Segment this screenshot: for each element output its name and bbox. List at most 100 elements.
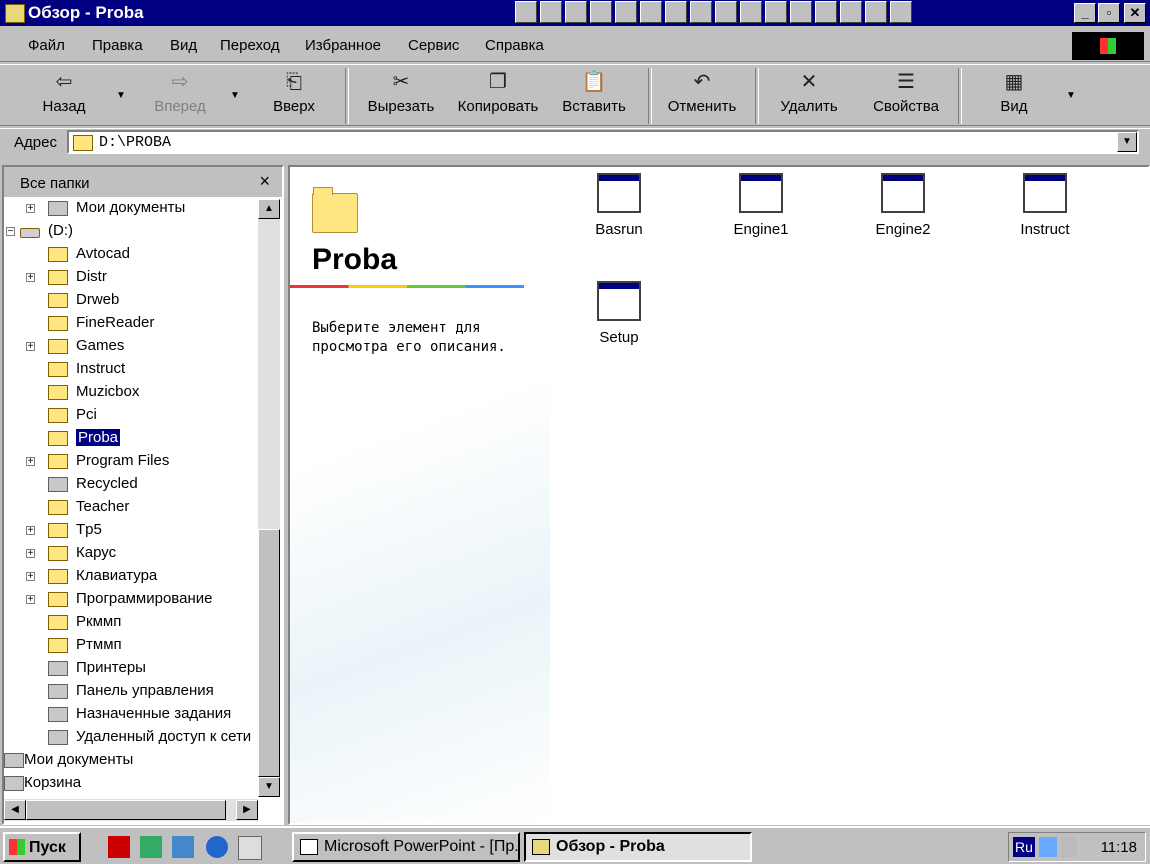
properties-button[interactable]: ☰ Свойства bbox=[868, 68, 944, 115]
tree-expander[interactable]: + bbox=[26, 457, 35, 467]
view-button[interactable]: ▦ Вид bbox=[994, 68, 1034, 115]
folder-icon bbox=[48, 247, 68, 262]
maximize-button[interactable]: ▫ bbox=[1098, 3, 1120, 23]
find-icon[interactable] bbox=[765, 1, 787, 23]
tree-item-label: Program Files bbox=[76, 452, 170, 469]
folder-icon bbox=[48, 454, 68, 469]
menu-help[interactable]: Справка bbox=[485, 37, 544, 54]
folders-pane-close-button[interactable]: × bbox=[259, 171, 270, 192]
key-icon[interactable] bbox=[740, 1, 762, 23]
internet-explorer-icon[interactable] bbox=[790, 1, 812, 23]
back-button[interactable]: ⇦ Назад bbox=[38, 68, 90, 115]
tree-expander[interactable]: + bbox=[26, 204, 35, 214]
close-button[interactable]: ✕ bbox=[1124, 3, 1146, 23]
forward-dropdown[interactable]: ▼ bbox=[230, 90, 240, 101]
shortcut-icon[interactable] bbox=[590, 1, 612, 23]
start-button[interactable]: Пуск bbox=[3, 832, 81, 862]
minimize-button[interactable]: _ bbox=[1074, 3, 1096, 23]
menu-go[interactable]: Переход bbox=[220, 37, 280, 54]
menu-view[interactable]: Вид bbox=[170, 37, 197, 54]
view-grid-icon: ▦ bbox=[1004, 71, 1024, 93]
office-icon[interactable] bbox=[515, 1, 537, 23]
folder-icon bbox=[48, 546, 68, 561]
address-input[interactable]: D:\PROBA ▼ bbox=[67, 130, 1139, 154]
file-item[interactable]: Engine2 bbox=[858, 173, 948, 238]
file-item[interactable]: Instruct bbox=[1000, 173, 1090, 238]
title-bar[interactable]: Обзор - Proba _ ▫ ✕ bbox=[0, 0, 1150, 26]
scroll-thumb[interactable] bbox=[258, 529, 280, 777]
media-icon[interactable] bbox=[840, 1, 862, 23]
tree-horizontal-scrollbar[interactable]: ◀ ▶ bbox=[4, 799, 258, 821]
menu-tools[interactable]: Сервис bbox=[408, 37, 459, 54]
outlook-express-icon[interactable] bbox=[238, 836, 262, 860]
tools-icon[interactable] bbox=[690, 1, 712, 23]
taskbar-powerpoint-button[interactable]: Microsoft PowerPoint - [Пр... bbox=[292, 832, 520, 862]
scroll-up-button[interactable]: ▲ bbox=[258, 199, 280, 219]
drive-icon bbox=[20, 228, 40, 238]
tree-expander[interactable]: + bbox=[26, 595, 35, 605]
forward-button[interactable]: ⇨ Вперед bbox=[150, 68, 210, 115]
menu-edit[interactable]: Правка bbox=[92, 37, 143, 54]
folder-tree: + Мои документы − (D:) Avtocad + Distr Drweb Fin… bbox=[4, 199, 258, 799]
tree-item-label: Tp5 bbox=[76, 521, 102, 538]
toolbar: ⇦ Назад ▼ ⇨ Вперед ▼ ⎗ Вверх ✂ Вырезать … bbox=[0, 64, 1150, 126]
control-icon[interactable] bbox=[815, 1, 837, 23]
scroll-down-button[interactable]: ▼ bbox=[258, 777, 280, 797]
word-icon[interactable] bbox=[615, 1, 637, 23]
scroll-right-button[interactable]: ▶ bbox=[236, 800, 258, 820]
quick-launch-app-icon[interactable] bbox=[108, 836, 130, 858]
tree-item-label: Принтеры bbox=[76, 659, 146, 676]
scroll-left-button[interactable]: ◀ bbox=[4, 800, 26, 820]
forward-label: Вперед bbox=[154, 98, 206, 115]
address-dropdown-button[interactable]: ▼ bbox=[1117, 132, 1137, 152]
windows-logo bbox=[1072, 32, 1144, 60]
menu-bar: Файл Правка Вид Переход Избранное Сервис… bbox=[0, 30, 1150, 60]
game-icon[interactable] bbox=[865, 1, 887, 23]
file-item[interactable]: Setup bbox=[574, 281, 664, 346]
cut-button[interactable]: ✂ Вырезать bbox=[362, 68, 440, 115]
powerpoint-icon[interactable] bbox=[665, 1, 687, 23]
undo-button[interactable]: ↶ Отменить bbox=[663, 68, 741, 115]
tree-expander[interactable]: + bbox=[26, 526, 35, 536]
tree-expander[interactable]: + bbox=[26, 273, 35, 283]
back-dropdown[interactable]: ▼ bbox=[116, 90, 126, 101]
tree-item-label: Games bbox=[76, 337, 125, 354]
tree-expander[interactable]: + bbox=[26, 342, 35, 352]
folder-title: Proba bbox=[312, 243, 398, 276]
volume-icon[interactable] bbox=[1061, 837, 1077, 857]
language-indicator[interactable]: Ru bbox=[1013, 837, 1035, 857]
new-document-icon[interactable] bbox=[540, 1, 562, 23]
file-item[interactable]: Basrun bbox=[574, 173, 664, 238]
windows-flag-icon bbox=[1100, 38, 1116, 54]
file-item[interactable]: Engine1 bbox=[716, 173, 806, 238]
quick-launch-channel-icon[interactable] bbox=[140, 836, 162, 858]
tree-expander[interactable]: + bbox=[26, 572, 35, 582]
taskbar-explorer-button[interactable]: Обзор - Proba bbox=[524, 832, 752, 862]
tree-item-label: Ркммп bbox=[76, 613, 122, 630]
delete-button[interactable]: ✕ Удалить bbox=[776, 68, 842, 115]
paste-button[interactable]: 📋 Вставить bbox=[557, 68, 631, 115]
tree-vertical-scrollbar[interactable]: ▲ ▼ bbox=[258, 199, 280, 797]
notes-icon[interactable] bbox=[715, 1, 737, 23]
address-label: Адрес bbox=[14, 134, 57, 151]
copy-button[interactable]: ❐ Копировать bbox=[452, 68, 544, 115]
internet-explorer-icon[interactable] bbox=[206, 836, 228, 858]
up-button[interactable]: ⎗ Вверх bbox=[268, 68, 320, 115]
tree-expander[interactable]: − bbox=[6, 227, 15, 237]
excel-icon[interactable] bbox=[640, 1, 662, 23]
view-dropdown[interactable]: ▼ bbox=[1066, 90, 1076, 101]
open-document-icon[interactable] bbox=[565, 1, 587, 23]
quick-launch-desktop-icon[interactable] bbox=[172, 836, 194, 858]
calculator-icon[interactable] bbox=[890, 1, 912, 23]
tree-item-label: Muzicbox bbox=[76, 383, 140, 400]
address-value[interactable]: D:\PROBA bbox=[99, 134, 171, 151]
horizontal-scroll-thumb[interactable] bbox=[26, 800, 226, 820]
tree-item-label: Удаленный доступ к сети bbox=[76, 728, 252, 745]
tree-expander[interactable]: + bbox=[26, 549, 35, 559]
properties-icon: ☰ bbox=[897, 71, 915, 93]
menu-favorites[interactable]: Избранное bbox=[305, 37, 381, 54]
tree-item-label: Recycled bbox=[76, 475, 138, 492]
network-icon[interactable] bbox=[1039, 837, 1057, 857]
delete-label: Удалить bbox=[780, 98, 838, 115]
menu-file[interactable]: Файл bbox=[28, 37, 65, 54]
